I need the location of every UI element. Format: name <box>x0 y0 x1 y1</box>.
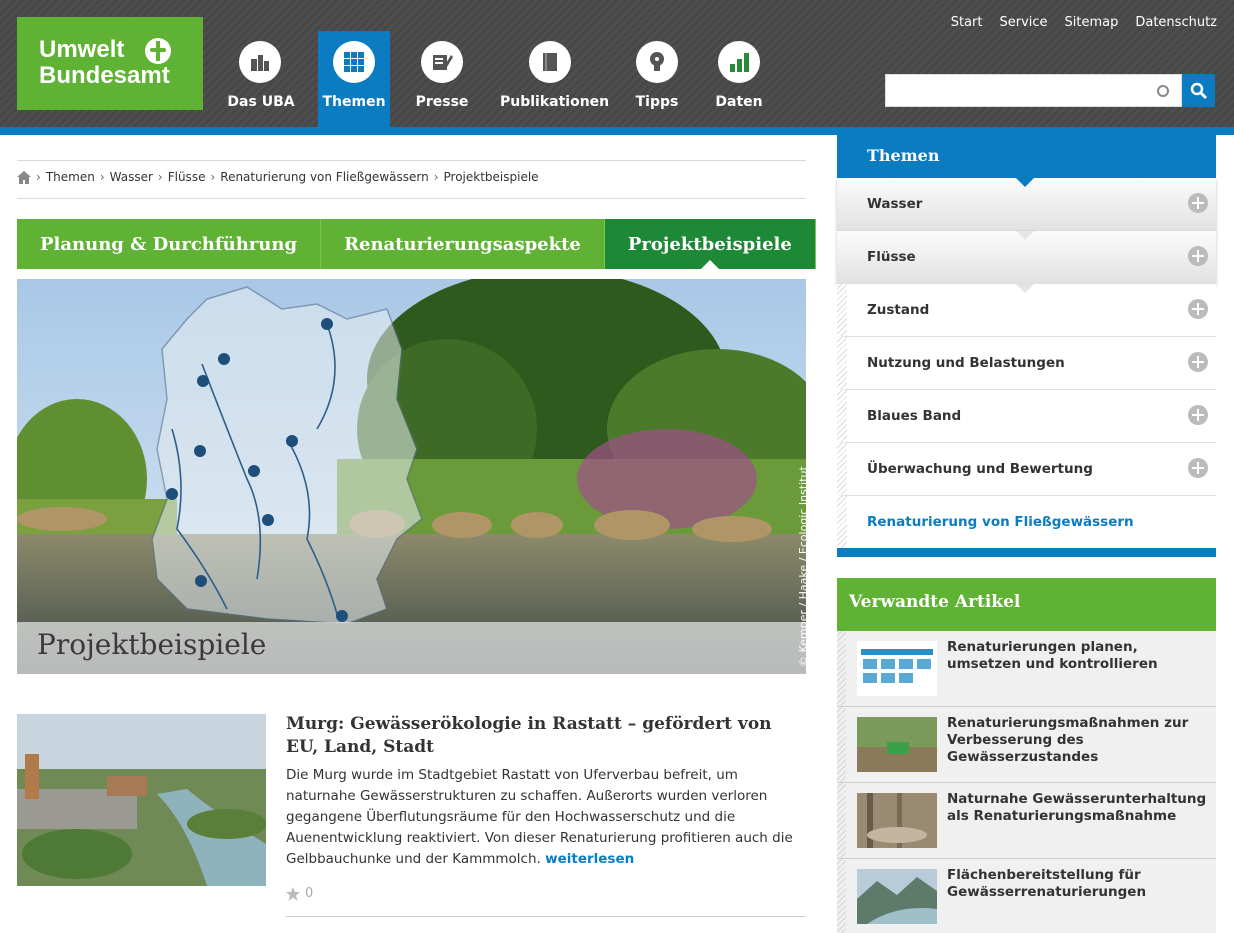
book-icon <box>529 41 571 83</box>
home-icon[interactable] <box>17 170 31 184</box>
search-button[interactable] <box>1182 74 1215 107</box>
hero-caption: Projektbeispiele <box>17 622 806 674</box>
article-teaser: Die Murg wurde im Stadtgebiet Rastatt vo… <box>286 767 793 867</box>
top-links: Start Service Sitemap Datenschutz <box>951 15 1217 30</box>
divider <box>17 160 806 161</box>
related-item[interactable]: Naturnahe Gewässerunterhaltung als Renat… <box>837 783 1216 859</box>
plus-icon[interactable] <box>1188 193 1208 213</box>
link-sitemap[interactable]: Sitemap <box>1065 15 1119 30</box>
buildings-icon <box>239 41 281 83</box>
related-item[interactable]: Renaturierungsmaßnahmen zur Verbesserung… <box>837 707 1216 783</box>
breadcrumb-themen[interactable]: Themen <box>46 170 95 184</box>
link-start[interactable]: Start <box>951 15 983 30</box>
tab-projektbeispiele[interactable]: Projektbeispiele <box>604 219 816 269</box>
related-item[interactable]: Flächenbereitstellung für Gewässerrenatu… <box>837 859 1216 933</box>
breadcrumb: › Themen › Wasser › Flüsse › Renaturieru… <box>17 170 539 184</box>
article-image[interactable] <box>17 714 266 886</box>
breadcrumb-wasser[interactable]: Wasser <box>110 170 153 184</box>
link-datenschutz[interactable]: Datenschutz <box>1135 15 1217 30</box>
nav-publikationen[interactable]: Publikationen <box>500 31 609 127</box>
read-more-link[interactable]: weiterlesen <box>545 851 634 867</box>
related-title: Verwandte Artikel <box>837 578 1216 631</box>
plus-icon[interactable] <box>1188 246 1208 266</box>
hero-image: Projektbeispiele © Kemper / Haake / Ecol… <box>17 279 806 674</box>
related-thumbnail <box>857 717 937 772</box>
grid-icon <box>333 41 375 83</box>
divider <box>286 916 806 917</box>
uba-logo[interactable]: Umwelt Bundesamt <box>17 17 203 110</box>
article-title[interactable]: Murg: Gewässerökologie in Rastatt – gefö… <box>286 713 806 759</box>
breadcrumb-renaturierung[interactable]: Renaturierung von Fließgewässern <box>220 170 428 184</box>
notch <box>1016 284 1034 302</box>
loading-circle-icon <box>1157 85 1169 97</box>
link-service[interactable]: Service <box>999 15 1047 30</box>
tab-planung[interactable]: Planung & Durchführung <box>17 219 322 269</box>
notch <box>1016 178 1034 196</box>
nav-presse[interactable]: Presse <box>410 31 474 127</box>
related-thumbnail <box>857 641 937 696</box>
image-credit: © Kemper / Haake / Ecologic Institut <box>797 466 806 667</box>
nav-themen[interactable]: Themen <box>318 31 390 127</box>
sidebar-item-blaues-band[interactable]: Blaues Band <box>837 390 1216 443</box>
nav-daten[interactable]: Daten <box>708 31 770 127</box>
sidebar-item-nutzung[interactable]: Nutzung und Belastungen <box>837 337 1216 390</box>
logo-figure-icon <box>145 38 171 64</box>
nav-tipps[interactable]: Tipps <box>626 31 688 127</box>
plus-icon[interactable] <box>1188 458 1208 478</box>
nav-das-uba[interactable]: Das UBA <box>222 31 300 127</box>
related-item[interactable]: Renaturierungen planen, umsetzen und kon… <box>837 631 1216 707</box>
search-input[interactable] <box>885 74 1182 107</box>
sidebar-item-renaturierung[interactable]: Renaturierung von Fließgewässern <box>837 496 1216 549</box>
newspaper-pen-icon <box>421 41 463 83</box>
search-icon <box>1190 82 1208 100</box>
plus-icon[interactable] <box>1188 352 1208 372</box>
related-thumbnail <box>857 869 937 924</box>
related-thumbnail <box>857 793 937 848</box>
breadcrumb-fluesse[interactable]: Flüsse <box>168 170 206 184</box>
breadcrumb-current: Projektbeispiele <box>443 170 539 184</box>
header-accent-bar <box>0 127 1234 135</box>
plus-icon[interactable] <box>1188 299 1208 319</box>
star-icon <box>286 886 300 901</box>
divider <box>17 198 806 199</box>
sidebar-bottom-bar <box>837 548 1216 557</box>
subpage-tabs: Planung & Durchführung Renaturierungsasp… <box>17 219 816 269</box>
notch <box>1016 231 1034 249</box>
sidebar-item-ueberwachung[interactable]: Überwachung und Bewertung <box>837 443 1216 496</box>
sidebar-title: Themen <box>837 135 1216 179</box>
bar-chart-icon <box>718 41 760 83</box>
lightbulb-icon <box>636 41 678 83</box>
tab-renaturierungsaspekte[interactable]: Renaturierungsaspekte <box>321 219 605 269</box>
plus-icon[interactable] <box>1188 405 1208 425</box>
article-rating[interactable]: 0 <box>286 886 313 901</box>
